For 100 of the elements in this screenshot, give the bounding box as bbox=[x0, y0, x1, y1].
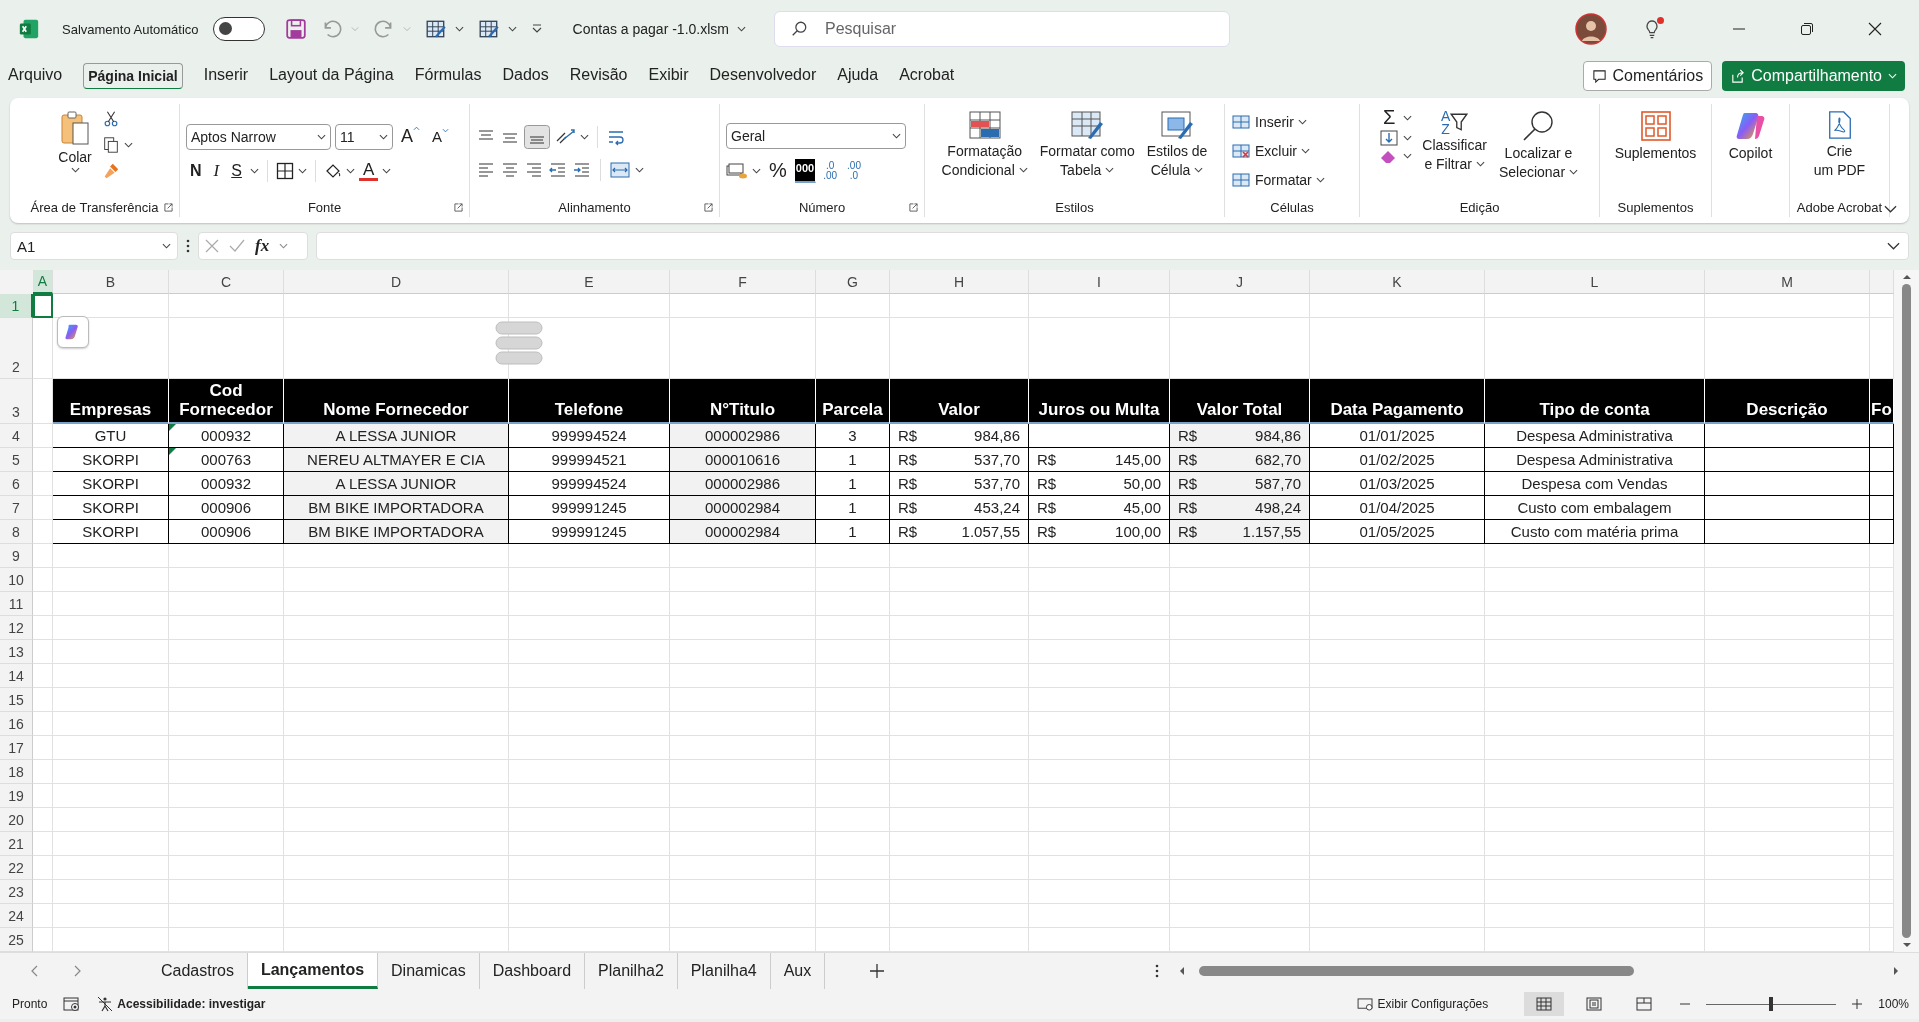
caret-icon[interactable] bbox=[345, 167, 355, 174]
row-header[interactable]: 13 bbox=[0, 640, 33, 664]
comments-button[interactable]: Comentários bbox=[1582, 61, 1713, 91]
ribbon-tab[interactable]: Acrobat bbox=[899, 59, 955, 93]
left-arrow-icon[interactable] bbox=[1179, 966, 1185, 976]
decrease-font-button[interactable]: A bbox=[428, 128, 454, 145]
add-sheet-icon[interactable] bbox=[870, 964, 885, 978]
bold-button[interactable]: N bbox=[186, 161, 206, 180]
previous-sheet-icon[interactable] bbox=[30, 965, 38, 977]
column-header[interactable]: G bbox=[816, 270, 890, 294]
styles-button[interactable]: Formatação Condicional bbox=[939, 106, 1030, 180]
row-header[interactable]: 20 bbox=[0, 808, 33, 832]
autosum-button[interactable]: Σ bbox=[1378, 106, 1400, 129]
ribbon-tab[interactable]: Página Inicial bbox=[83, 63, 183, 89]
sort-filter-button[interactable]: A Z Classificar e Filtrar bbox=[1420, 106, 1489, 174]
error-indicator[interactable] bbox=[169, 424, 176, 431]
italic-button[interactable]: I bbox=[209, 160, 224, 181]
increase-font-button[interactable]: A bbox=[397, 126, 424, 147]
ribbon-tab[interactable]: Fórmulas bbox=[414, 59, 482, 93]
currency-icon[interactable] bbox=[726, 161, 748, 180]
column-header[interactable]: H bbox=[890, 270, 1029, 294]
ribbon-tab[interactable]: Dados bbox=[502, 59, 549, 93]
caret-icon[interactable] bbox=[297, 167, 307, 174]
row-header[interactable]: 8 bbox=[0, 520, 33, 544]
column-header[interactable]: I bbox=[1029, 270, 1170, 294]
row-header[interactable]: 24 bbox=[0, 904, 33, 928]
row-header[interactable]: 11 bbox=[0, 592, 33, 616]
caret-icon[interactable] bbox=[249, 167, 259, 174]
check-icon[interactable] bbox=[229, 239, 245, 253]
caret-icon[interactable] bbox=[1403, 114, 1413, 121]
ribbon-tab[interactable]: Inserir bbox=[203, 59, 249, 93]
right-arrow-icon[interactable] bbox=[1893, 966, 1899, 976]
column-header[interactable]: B bbox=[53, 270, 169, 294]
underline-button[interactable]: S bbox=[227, 161, 246, 180]
dialog-launcher-icon[interactable] bbox=[454, 203, 463, 212]
font-color-button[interactable]: A bbox=[358, 160, 379, 181]
row-header[interactable]: 25 bbox=[0, 928, 33, 952]
restore-icon[interactable] bbox=[1800, 22, 1814, 36]
zoom-level[interactable]: 100% bbox=[1878, 997, 1909, 1011]
search-field[interactable]: Pesquisar bbox=[774, 11, 1230, 47]
row-header[interactable]: 17 bbox=[0, 736, 33, 760]
accessibility-status[interactable]: Acessibilidade: investigar bbox=[117, 997, 266, 1011]
sheet-tab[interactable]: Lançamentos bbox=[247, 953, 379, 989]
percent-button[interactable]: % bbox=[765, 159, 791, 182]
ribbon-tab[interactable]: Arquivo bbox=[8, 59, 63, 93]
lightbulb-icon[interactable] bbox=[1643, 18, 1661, 40]
macro-record-icon[interactable] bbox=[63, 996, 82, 1012]
customize-icon[interactable] bbox=[530, 24, 543, 34]
styles-button[interactable]: Estilos de Célula bbox=[1144, 106, 1210, 180]
caret-icon[interactable] bbox=[752, 167, 761, 174]
create-pdf-button[interactable]: Crie um PDF bbox=[1811, 106, 1868, 180]
slider-thumb[interactable] bbox=[1769, 997, 1774, 1011]
share-button[interactable]: Compartilhamento bbox=[1722, 61, 1905, 91]
row-header[interactable]: 10 bbox=[0, 568, 33, 592]
more-icon[interactable] bbox=[1155, 964, 1159, 978]
column-header[interactable]: K bbox=[1310, 270, 1485, 294]
row-header[interactable]: 2 bbox=[0, 318, 33, 379]
column-header[interactable]: J bbox=[1170, 270, 1310, 294]
row-header[interactable]: 4 bbox=[0, 424, 33, 448]
row-header[interactable]: 1 bbox=[0, 294, 33, 318]
dialog-launcher-icon[interactable] bbox=[909, 203, 918, 212]
zoom-in-icon[interactable] bbox=[1852, 999, 1863, 1009]
down-arrow-icon[interactable] bbox=[1901, 942, 1912, 948]
error-indicator[interactable] bbox=[169, 448, 176, 455]
cells-button[interactable]: Inserir bbox=[1231, 108, 1307, 135]
column-header[interactable]: E bbox=[509, 270, 670, 294]
column-header[interactable]: A bbox=[33, 270, 53, 294]
thousands-button[interactable]: 000 bbox=[794, 158, 817, 183]
row-header[interactable]: 12 bbox=[0, 616, 33, 640]
column-header[interactable]: C bbox=[169, 270, 284, 294]
next-sheet-icon[interactable] bbox=[74, 965, 82, 977]
autosave-toggle[interactable] bbox=[212, 17, 265, 41]
ribbon-tab[interactable]: Desenvolvedor bbox=[709, 59, 817, 93]
merge-center-icon[interactable] bbox=[609, 159, 631, 180]
row-header[interactable]: 7 bbox=[0, 496, 33, 520]
copy-icon[interactable] bbox=[101, 136, 120, 154]
row-header[interactable]: 23 bbox=[0, 880, 33, 904]
avatar[interactable] bbox=[1575, 13, 1607, 45]
caret-icon[interactable] bbox=[382, 167, 392, 174]
caret-icon[interactable] bbox=[454, 26, 464, 32]
name-box[interactable]: A1 bbox=[10, 232, 178, 260]
caret-icon[interactable] bbox=[1402, 153, 1412, 159]
decrease-decimal-button[interactable]: .00 .0 bbox=[844, 160, 864, 181]
up-arrow-icon[interactable] bbox=[1901, 274, 1912, 280]
cut-icon[interactable] bbox=[101, 110, 120, 128]
row-header[interactable]: 5 bbox=[0, 448, 33, 472]
column-header[interactable]: M bbox=[1705, 270, 1870, 294]
column-header[interactable]: L bbox=[1485, 270, 1705, 294]
row-header[interactable]: 14 bbox=[0, 664, 33, 688]
row-header[interactable]: 16 bbox=[0, 712, 33, 736]
find-select-button[interactable]: Localizar e Selecionar bbox=[1496, 106, 1581, 182]
ribbon-tab[interactable]: Layout da Página bbox=[269, 59, 394, 93]
cells-button[interactable]: Excluir bbox=[1231, 137, 1310, 164]
dialog-launcher-icon[interactable] bbox=[164, 203, 173, 212]
row-header[interactable]: 21 bbox=[0, 832, 33, 856]
insert-function-button[interactable]: fx bbox=[255, 236, 270, 256]
copilot-button[interactable] bbox=[57, 316, 89, 348]
add-ins-button[interactable]: Suplementos bbox=[1612, 106, 1699, 163]
caret-icon[interactable] bbox=[1884, 205, 1897, 213]
paste-button[interactable]: Colar bbox=[56, 106, 94, 175]
